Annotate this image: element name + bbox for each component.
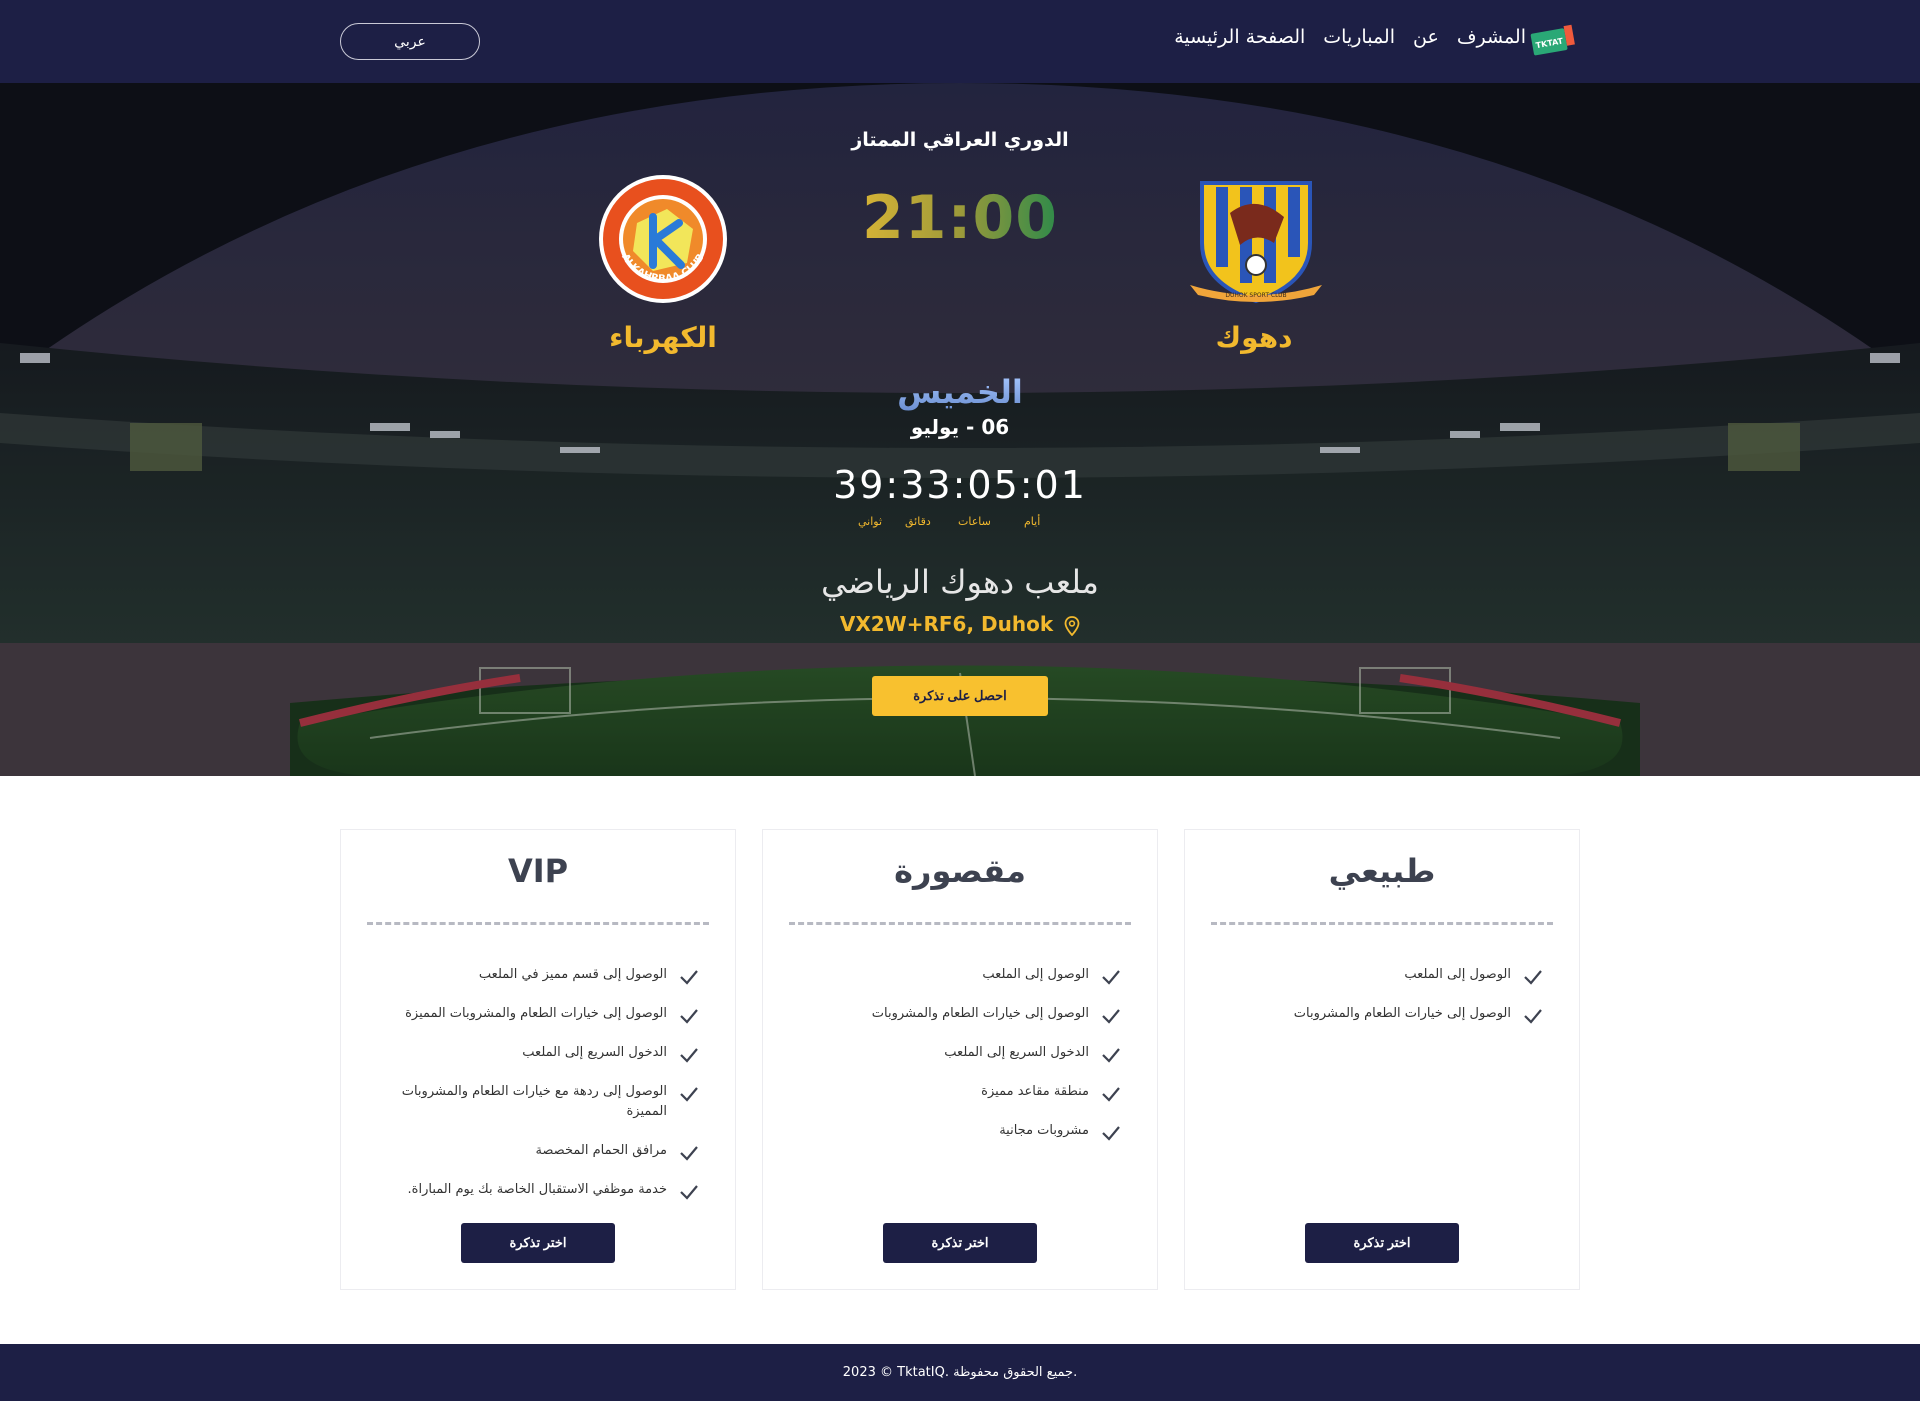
venue-address-text: VX2W+RF6, Duhok: [839, 612, 1054, 636]
home-team-name: دهوك: [1215, 321, 1293, 354]
feature-text: الدخول السريع إلى الملعب: [522, 1045, 667, 1060]
get-ticket-button[interactable]: احصل على تذكرة: [872, 676, 1048, 716]
match-day: الخميس: [0, 373, 1920, 411]
feature-text: منطقة مقاعد مميزة: [981, 1084, 1089, 1099]
countdown-label-hours: ساعات: [958, 515, 991, 528]
feature-text: الدخول السريع إلى الملعب: [944, 1045, 1089, 1060]
feature-item: مشروبات مجانية: [803, 1121, 1127, 1141]
countdown-label-days: أيام: [1024, 515, 1041, 528]
check-icon: [680, 970, 698, 985]
feature-text: الوصول إلى خيارات الطعام والمشروبات المم…: [405, 1006, 667, 1021]
match-day-text: الخميس: [897, 373, 1023, 411]
choose-ticket-button[interactable]: اختر تذكرة: [1305, 1223, 1459, 1263]
nav-about-link[interactable]: عن: [1413, 26, 1439, 48]
ticket-card-title: VIP: [507, 852, 569, 890]
venue-address[interactable]: VX2W+RF6, Duhok: [0, 612, 1920, 636]
check-icon: [1524, 970, 1542, 985]
home-team-logo: DUHOK SPORT CLUB: [1190, 181, 1322, 304]
choose-ticket-button[interactable]: اختر تذكرة: [461, 1223, 615, 1263]
map-pin-icon: [1064, 615, 1080, 636]
countdown-timer: 39:33:05:01: [833, 463, 1087, 507]
check-icon: [1102, 1087, 1120, 1102]
check-icon: [680, 1087, 698, 1102]
copyright-text: 2023 © TktatIQ. جميع الحقوق محفوظة.: [842, 1365, 1078, 1380]
kickoff-time: 21:00: [0, 183, 1920, 253]
check-icon: [1102, 1048, 1120, 1063]
feature-item: الدخول السريع إلى الملعب: [803, 1043, 1127, 1063]
language-toggle-button[interactable]: عربي: [340, 23, 480, 60]
check-icon: [680, 1185, 698, 1200]
feature-item: مرافق الحمام المخصصة: [381, 1141, 705, 1161]
ticket-card-title: مقصورة: [894, 852, 1026, 890]
nav-admin-link[interactable]: المشرف: [1457, 26, 1526, 48]
check-icon: [1524, 1009, 1542, 1024]
match-hero: الدوري العراقي الممتاز 21:00 DUHOK SPORT…: [0, 83, 1920, 776]
ticket-card-box: مقصورة الوصول إلى الملعب الوصول إلى خيار…: [762, 829, 1158, 1290]
ticket-features-list: الوصول إلى الملعب الوصول إلى خيارات الطع…: [803, 965, 1127, 1160]
feature-text: مشروبات مجانية: [999, 1123, 1089, 1138]
feature-item: الوصول إلى ردهة مع خيارات الطعام والمشرو…: [381, 1082, 705, 1122]
feature-item: الدخول السريع إلى الملعب: [381, 1043, 705, 1063]
countdown-labels: أيام ساعات دقائق ثواني: [856, 515, 1066, 531]
feature-text: مرافق الحمام المخصصة: [535, 1143, 667, 1158]
league-name: الدوري العراقي الممتاز: [851, 129, 1069, 151]
top-navbar: عربي الصفحة الرئيسية المباريات عن المشرف…: [0, 0, 1920, 83]
choose-ticket-button[interactable]: اختر تذكرة: [883, 1223, 1037, 1263]
feature-item: الوصول إلى قسم مميز في الملعب: [381, 965, 705, 985]
site-logo[interactable]: TKTAT: [1530, 24, 1578, 58]
nav-matches-link[interactable]: المباريات: [1323, 26, 1395, 48]
countdown-label-minutes: دقائق: [905, 515, 931, 528]
feature-text: الوصول إلى الملعب: [1404, 967, 1511, 982]
check-icon: [1102, 1126, 1120, 1141]
feature-text: الوصول إلى الملعب: [982, 967, 1089, 982]
feature-item: الوصول إلى الملعب: [803, 965, 1127, 985]
ticket-card-divider: [1211, 922, 1553, 925]
main-nav: الصفحة الرئيسية المباريات عن المشرف: [1174, 26, 1526, 48]
away-team-logo: ALKAHRBAA CLUB: [599, 175, 727, 303]
feature-item: خدمة موظفي الاستقبال الخاصة بك يوم المبا…: [381, 1180, 705, 1200]
feature-item: الوصول إلى الملعب: [1225, 965, 1549, 985]
feature-text: الوصول إلى خيارات الطعام والمشروبات: [1293, 1006, 1511, 1021]
match-date: 06 - يوليو: [910, 415, 1010, 439]
countdown-label-seconds: ثواني: [858, 515, 883, 528]
ticket-card-title: طبيعي: [1328, 852, 1436, 890]
feature-item: منطقة مقاعد مميزة: [803, 1082, 1127, 1102]
nav-home-link[interactable]: الصفحة الرئيسية: [1174, 26, 1305, 48]
feature-text: الوصول إلى خيارات الطعام والمشروبات: [871, 1006, 1089, 1021]
feature-item: الوصول إلى خيارات الطعام والمشروبات المم…: [381, 1004, 705, 1024]
ticket-features-list: الوصول إلى قسم مميز في الملعب الوصول إلى…: [381, 965, 705, 1219]
check-icon: [680, 1146, 698, 1161]
feature-item: الوصول إلى خيارات الطعام والمشروبات: [1225, 1004, 1549, 1024]
check-icon: [1102, 1009, 1120, 1024]
feature-item: الوصول إلى خيارات الطعام والمشروبات: [803, 1004, 1127, 1024]
ticket-card-vip: VIP الوصول إلى قسم مميز في الملعب الوصول…: [340, 829, 736, 1290]
feature-text: الوصول إلى قسم مميز في الملعب: [478, 967, 667, 982]
check-icon: [680, 1048, 698, 1063]
home-team-logo-text: DUHOK SPORT CLUB: [1225, 292, 1286, 299]
check-icon: [680, 1009, 698, 1024]
ticket-card-standard: طبيعي الوصول إلى الملعب الوصول إلى خيارا…: [1184, 829, 1580, 1290]
ticket-card-divider: [789, 922, 1131, 925]
ticket-features-list: الوصول إلى الملعب الوصول إلى خيارات الطع…: [1225, 965, 1549, 1043]
feature-text: الوصول إلى ردهة مع خيارات الطعام والمشرو…: [401, 1084, 667, 1119]
venue-name: ملعب دهوك الرياضي: [821, 563, 1099, 601]
away-team-name: الكهرباء: [609, 321, 717, 354]
page-footer: 2023 © TktatIQ. جميع الحقوق محفوظة.: [0, 1344, 1920, 1401]
kickoff-time-text: 21:00: [862, 183, 1058, 253]
feature-text: خدمة موظفي الاستقبال الخاصة بك يوم المبا…: [407, 1182, 667, 1197]
check-icon: [1102, 970, 1120, 985]
ticket-card-divider: [367, 922, 709, 925]
